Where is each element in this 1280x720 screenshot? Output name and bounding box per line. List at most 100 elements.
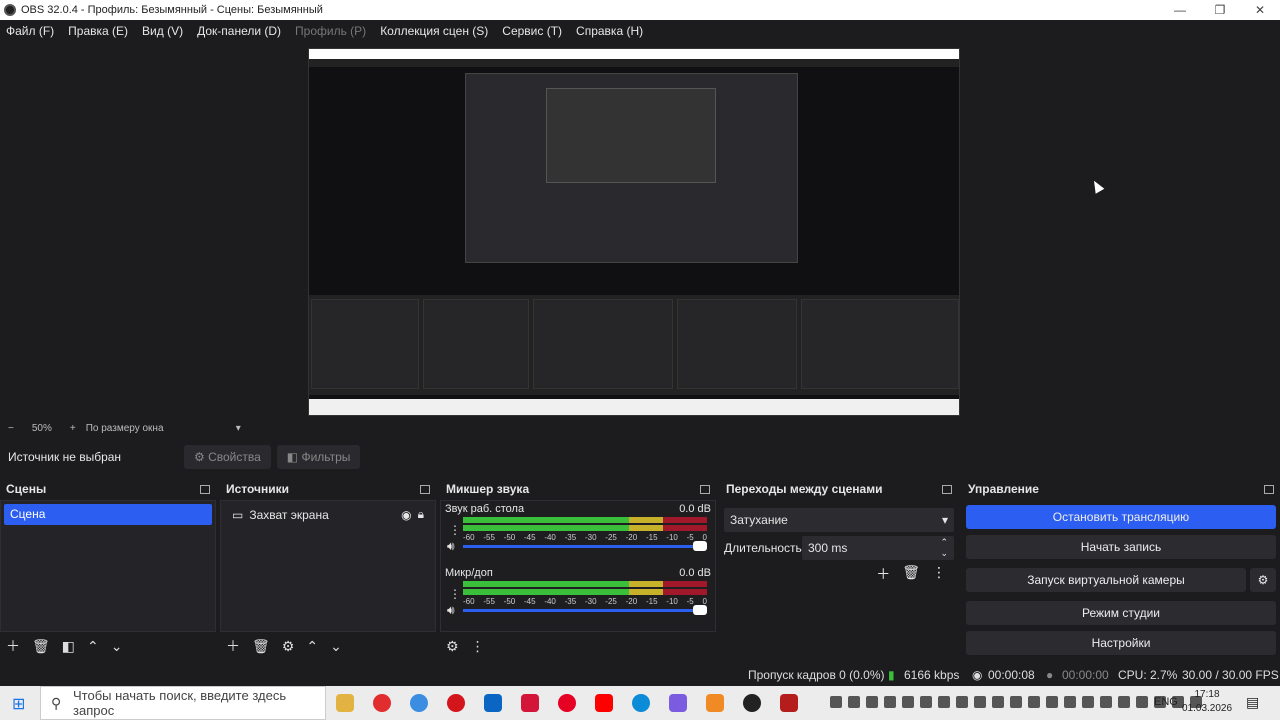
menu-file[interactable]: Файл (F) [6, 24, 54, 38]
trash-icon[interactable]: 🗑 [32, 638, 50, 655]
duration-spinbox[interactable]: 300 ms ⌃ ⌄ [802, 536, 954, 560]
preview-area[interactable] [0, 42, 1280, 420]
clock[interactable]: 17:18 01.03.2026 [1182, 688, 1232, 716]
filters-button[interactable]: ◧ Фильтры [276, 445, 361, 469]
more-icon[interactable]: ⋮ [932, 564, 946, 584]
zoom-fit-select[interactable]: По размеру окна [86, 423, 236, 434]
notification-icon[interactable]: ▤ [1246, 694, 1259, 711]
menu-docks[interactable]: Док-панели (D) [197, 24, 281, 38]
tray-icon[interactable] [1118, 696, 1130, 708]
gear-icon[interactable]: ⚙ [446, 638, 459, 655]
gear-icon[interactable]: ⚙ [282, 638, 295, 655]
yandex-icon[interactable] [521, 694, 539, 712]
app-icon[interactable] [706, 694, 724, 712]
zoom-in-button[interactable]: + [70, 423, 76, 434]
app-icon[interactable] [780, 694, 798, 712]
properties-button[interactable]: ⚙ Свойства [184, 445, 271, 469]
filter-icon[interactable]: ◧ [62, 638, 75, 655]
yandex-browser-icon[interactable] [373, 694, 391, 712]
close-button[interactable]: ✕ [1240, 0, 1280, 20]
more-icon[interactable]: ⋮ [471, 638, 485, 655]
preview-canvas[interactable] [308, 48, 960, 416]
move-up-icon[interactable]: ⌃ [87, 638, 99, 655]
add-icon[interactable]: ＋ [226, 636, 240, 656]
menu-scene-collection[interactable]: Коллекция сцен (S) [380, 24, 488, 38]
tray-icon[interactable] [1082, 696, 1094, 708]
add-icon[interactable]: ＋ [876, 564, 890, 584]
start-record-button[interactable]: Начать запись [966, 535, 1276, 559]
source-item[interactable]: ▭ Захват экрана ◉ 🔒︎ [224, 504, 432, 525]
tray-icon[interactable] [1028, 696, 1040, 708]
meter-ticks: -60 -55 -50 -45 -40 -35 -30 -25 -20 -15 -10 -5 0 [463, 597, 707, 606]
tray-icon[interactable] [1010, 696, 1022, 708]
virtual-camera-settings-button[interactable]: ⚙ [1250, 568, 1276, 592]
edge-icon[interactable] [632, 694, 650, 712]
chrome-icon[interactable] [410, 694, 428, 712]
record-time: 00:00:00 [1062, 668, 1109, 682]
tray-icon[interactable] [866, 696, 878, 708]
menu-profile[interactable]: Профиль (P) [295, 24, 366, 38]
transition-select[interactable]: Затухание ▾ [724, 508, 954, 532]
tray-icon[interactable] [974, 696, 986, 708]
more-icon[interactable]: ⋮ [449, 587, 461, 601]
youtube-icon[interactable] [595, 694, 613, 712]
speaker-icon[interactable]: 🔊︎ [447, 539, 455, 554]
lock-icon[interactable]: 🔒︎ [418, 507, 424, 522]
zoom-out-button[interactable]: − [8, 423, 14, 434]
trash-icon[interactable]: 🗑 [252, 638, 270, 655]
minimize-button[interactable]: — [1160, 0, 1200, 20]
menu-tools[interactable]: Сервис (T) [502, 24, 562, 38]
app-icon[interactable] [669, 694, 687, 712]
tray-icon[interactable] [1100, 696, 1112, 708]
more-icon[interactable]: ⋮ [449, 523, 461, 537]
popout-icon[interactable] [700, 484, 710, 494]
dropped-frames: Пропуск кадров 0 (0.0%) [748, 668, 885, 682]
popout-icon[interactable] [200, 484, 210, 494]
tray-icon[interactable] [884, 696, 896, 708]
windows-start-icon[interactable]: ⊞ [12, 694, 25, 714]
speaker-icon[interactable]: 🔊︎ [447, 603, 455, 618]
volume-meter: -60 -55 -50 -45 -40 -35 -30 -25 -20 -15 -10 -5 0 [463, 581, 707, 606]
popout-icon[interactable] [1264, 484, 1274, 494]
volume-slider[interactable] [463, 541, 707, 551]
move-up-icon[interactable]: ⌃ [306, 638, 318, 655]
tray-icon[interactable] [1064, 696, 1076, 708]
tray-icon[interactable] [956, 696, 968, 708]
search-icon: ⚲ [51, 694, 62, 711]
popout-icon[interactable] [942, 484, 952, 494]
taskbar-search[interactable]: ⚲ Чтобы начать поиск, введите здесь запр… [40, 686, 326, 720]
opera-icon[interactable] [447, 694, 465, 712]
tray-icon[interactable] [1046, 696, 1058, 708]
move-down-icon[interactable]: ⌄ [330, 638, 342, 655]
transitions-dock: Переходы между сценами Затухание ▾ Длител… [720, 480, 958, 660]
tray-icon[interactable] [920, 696, 932, 708]
menu-edit[interactable]: Правка (E) [68, 24, 128, 38]
tray-icon[interactable] [848, 696, 860, 708]
restore-button[interactable]: ❐ [1200, 0, 1240, 20]
tray-icon[interactable] [830, 696, 842, 708]
stop-stream-button[interactable]: Остановить трансляцию [966, 505, 1276, 529]
linkedin-icon[interactable] [484, 694, 502, 712]
chevron-down-icon[interactable]: ▾ [236, 423, 241, 434]
tray-icon[interactable] [1136, 696, 1148, 708]
obs-taskbar-icon[interactable] [743, 694, 761, 712]
pinterest-icon[interactable] [558, 694, 576, 712]
volume-slider[interactable] [463, 605, 707, 615]
popout-icon[interactable] [420, 484, 430, 494]
settings-button[interactable]: Настройки [966, 631, 1276, 655]
tray-icon[interactable] [992, 696, 1004, 708]
tray-icon[interactable] [902, 696, 914, 708]
add-icon[interactable]: ＋ [6, 636, 20, 656]
eye-icon[interactable]: ◉ [401, 508, 411, 522]
virtual-camera-button[interactable]: Запуск виртуальной камеры [966, 568, 1246, 592]
tray-icon[interactable] [938, 696, 950, 708]
menu-view[interactable]: Вид (V) [142, 24, 183, 38]
menu-help[interactable]: Справка (H) [576, 24, 643, 38]
scene-item[interactable]: Сцена [4, 504, 212, 525]
language-indicator[interactable]: ENG [1154, 696, 1178, 708]
trash-icon[interactable]: 🗑 [902, 564, 920, 584]
file-explorer-icon[interactable] [336, 694, 354, 712]
monitor-icon: ▭ [232, 507, 244, 522]
move-down-icon[interactable]: ⌄ [111, 638, 123, 655]
studio-mode-button[interactable]: Режим студии [966, 601, 1276, 625]
